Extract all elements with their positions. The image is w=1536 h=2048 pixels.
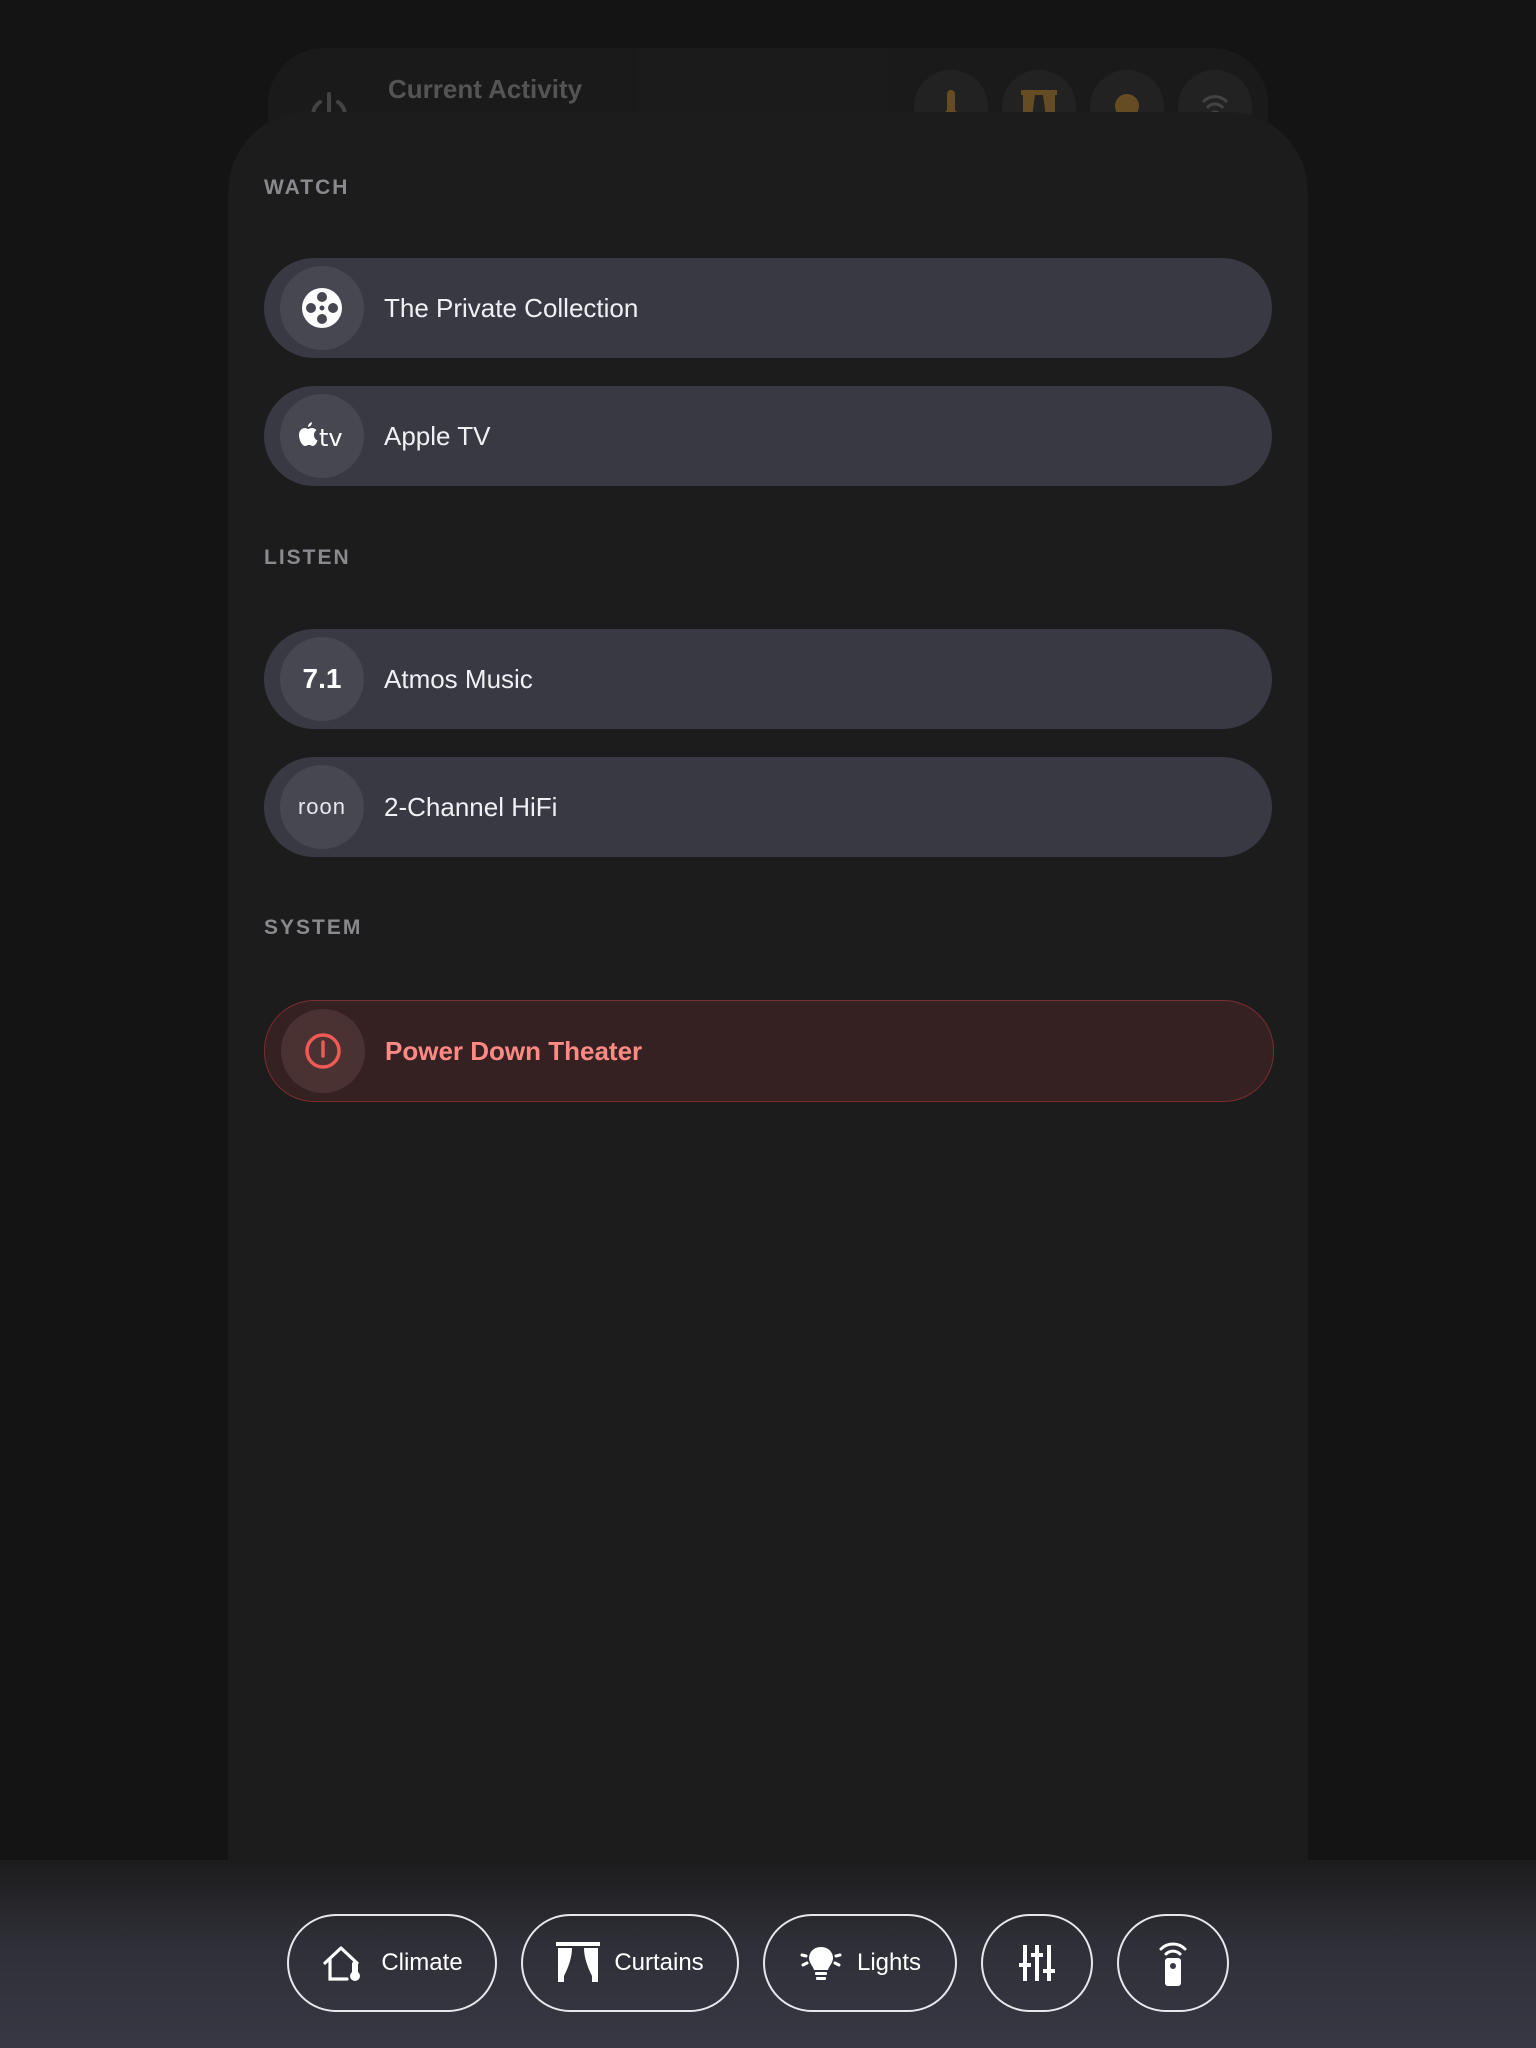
climate-button[interactable]: Climate <box>287 1914 497 2012</box>
remote-button[interactable] <box>1117 1914 1229 2012</box>
remote-icon <box>1159 1942 1187 1986</box>
curtains-label: Curtains <box>614 1949 704 1976</box>
section-watch-label: WATCH <box>264 176 350 199</box>
power-down-theater-button[interactable]: Power Down Theater <box>264 1000 1274 1102</box>
lights-button[interactable]: Lights <box>763 1914 957 2012</box>
svg-text:tv: tv <box>319 424 343 452</box>
activity-sheet: WATCH The Private Collection tv Apple TV… <box>228 112 1308 2048</box>
section-listen-label: LISTEN <box>264 546 351 569</box>
curtains-button[interactable]: Curtains <box>521 1914 739 2012</box>
activity-2-channel-hifi[interactable]: roon 2-Channel HiFi <box>264 757 1272 857</box>
roon-icon: roon <box>280 765 364 849</box>
equalizer-button[interactable] <box>981 1914 1093 2012</box>
activity-label: 2-Channel HiFi <box>384 791 558 822</box>
activity-atmos-music[interactable]: 7.1 Atmos Music <box>264 629 1272 729</box>
badge-roon: roon <box>297 794 347 819</box>
house-thermometer-icon <box>323 1946 361 1981</box>
power-icon <box>281 1009 365 1093</box>
activity-private-collection[interactable]: The Private Collection <box>264 258 1272 358</box>
curtains-icon <box>556 1942 601 1982</box>
activity-label: The Private Collection <box>384 292 639 323</box>
surround-7-1-icon: 7.1 <box>280 637 364 721</box>
lights-label: Lights <box>856 1949 922 1976</box>
film-reel-icon <box>280 266 364 350</box>
climate-label: Climate <box>381 1949 463 1976</box>
activity-apple-tv[interactable]: tv Apple TV <box>264 386 1272 486</box>
activity-label: Atmos Music <box>384 663 533 694</box>
badge-7-1: 7.1 <box>302 663 342 694</box>
activity-label: Apple TV <box>384 420 491 451</box>
lights-icon <box>800 1947 842 1980</box>
sliders-icon <box>1019 1945 1055 1981</box>
header-title: Current Activity <box>388 74 583 104</box>
activity-label: Power Down Theater <box>385 1035 643 1066</box>
section-system-label: SYSTEM <box>264 916 363 939</box>
apple-tv-icon: tv <box>280 394 364 478</box>
